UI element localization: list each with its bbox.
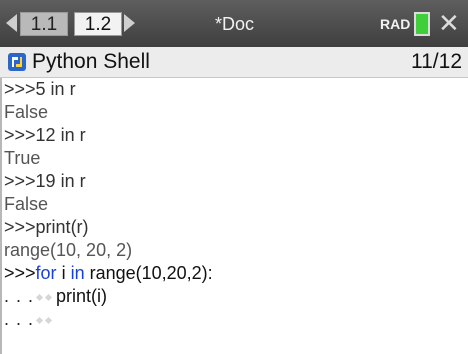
document-tab-bar: 1.1 1.2 *Doc RAD ✕ xyxy=(0,0,468,47)
console-line: >>>print(r) xyxy=(2,216,468,239)
angle-mode-indicator: RAD xyxy=(380,16,411,32)
indent-marker-icon xyxy=(34,292,56,302)
console-line: >>>for i in range(10,20,2): xyxy=(2,262,468,285)
app-title: Python Shell xyxy=(32,50,150,73)
console-line: >>>12 in r xyxy=(2,124,468,147)
page-counter: 11/12 xyxy=(411,50,462,73)
console-output: range(10, 20, 2) xyxy=(4,240,133,260)
calculator-screen: 1.1 1.2 *Doc RAD ✕ Python Shell 11/12 >>… xyxy=(0,0,468,354)
indent-marker-icon xyxy=(34,315,56,325)
input-text: 5 in r xyxy=(35,79,76,99)
prompt: >>> xyxy=(4,79,36,99)
input-text: 19 in r xyxy=(35,171,86,191)
input-text: 12 in r xyxy=(35,125,86,145)
console-output: False xyxy=(4,102,49,122)
app-header: Python Shell 11/12 xyxy=(0,47,468,78)
loop-variable: i xyxy=(56,263,71,283)
prompt: >>> xyxy=(4,125,36,145)
console-line: >>>5 in r xyxy=(2,78,468,101)
python-shell-icon xyxy=(8,53,26,71)
console-line: >>>19 in r xyxy=(2,170,468,193)
keyword-for: for xyxy=(35,263,57,283)
console-output: True xyxy=(4,148,41,168)
continuation-prompt: . . . xyxy=(4,309,35,329)
scroll-tabs-left-icon[interactable] xyxy=(6,14,17,32)
continuation-prompt: . . . xyxy=(4,286,35,306)
input-text: range(10,20,2): xyxy=(84,263,213,283)
console-continuation-line[interactable]: . . . xyxy=(2,308,468,331)
prompt: >>> xyxy=(4,171,36,191)
scroll-tabs-right-icon[interactable] xyxy=(124,14,135,32)
keyword-in: in xyxy=(70,263,85,283)
prompt: >>> xyxy=(4,217,36,237)
prompt: >>> xyxy=(4,263,36,283)
input-text: print(i) xyxy=(56,286,108,306)
tab-page-1-2[interactable]: 1.2 xyxy=(74,12,122,36)
tab-page-1-1[interactable]: 1.1 xyxy=(20,12,68,36)
console-output: False xyxy=(4,194,49,214)
close-icon[interactable]: ✕ xyxy=(438,9,460,37)
input-text: print(r) xyxy=(35,217,89,237)
battery-icon xyxy=(414,12,430,36)
console-continuation-line: . . . print(i) xyxy=(2,285,468,308)
document-title: *Doc xyxy=(215,14,255,34)
shell-console[interactable]: >>>5 in r False >>>12 in r True >>>19 in… xyxy=(0,78,468,354)
